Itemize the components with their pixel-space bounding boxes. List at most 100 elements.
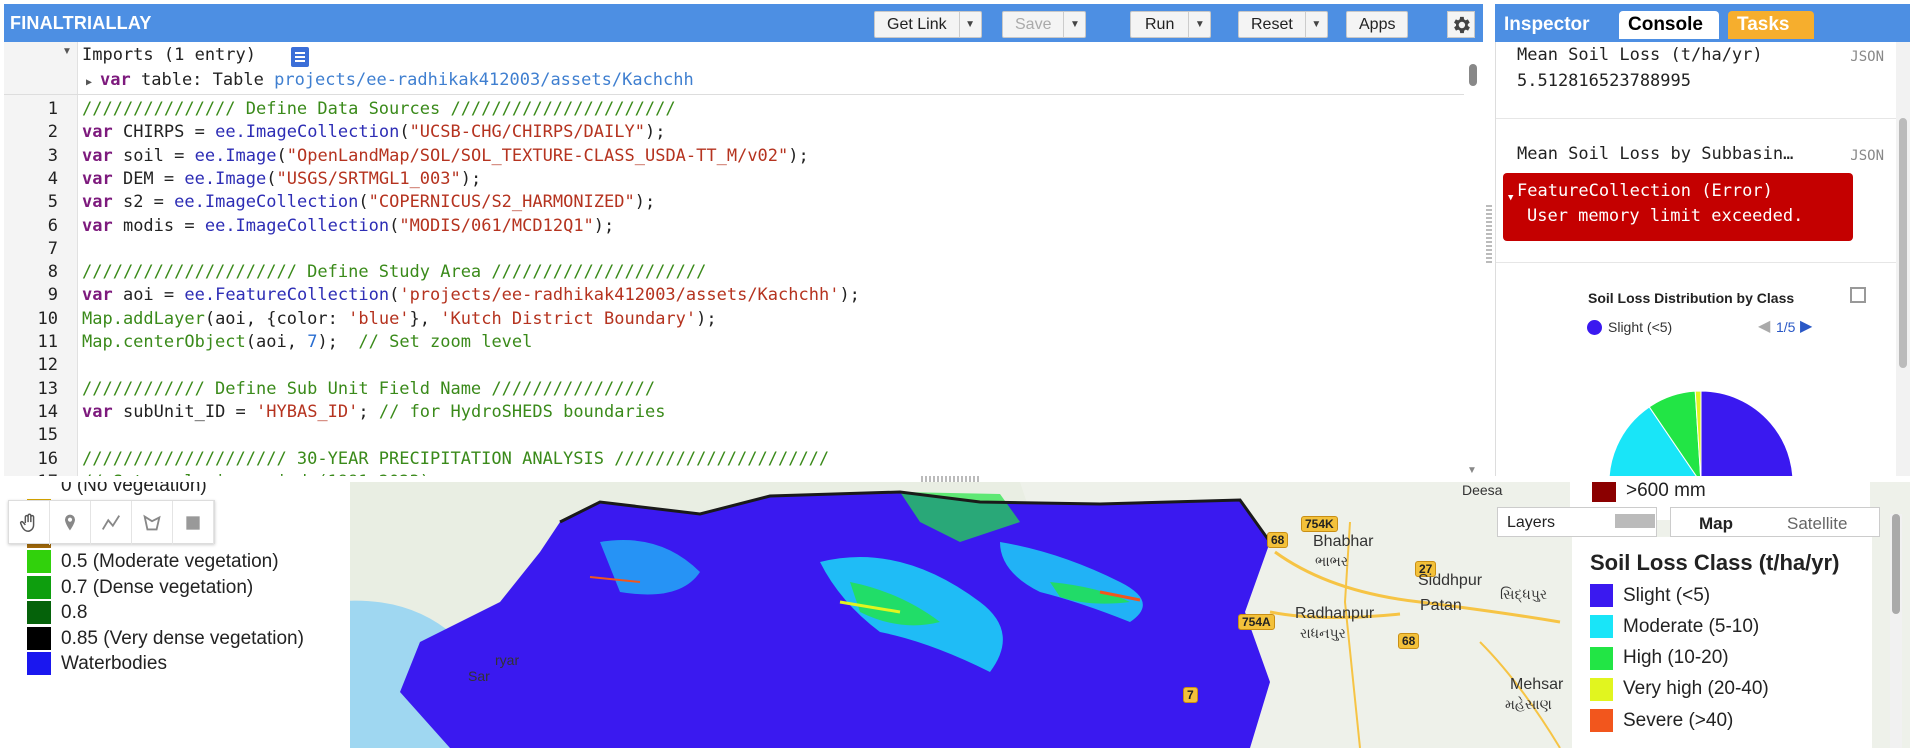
- editor-scrollbar[interactable]: ▼: [1466, 52, 1480, 476]
- settings-button[interactable]: [1447, 11, 1475, 38]
- show-generated-code-icon[interactable]: [291, 47, 309, 67]
- code-line[interactable]: 8 ///////////////////// Define Study Area…: [4, 262, 1464, 285]
- line-number: 4: [47, 168, 58, 189]
- legend-next-icon[interactable]: ▶: [1800, 316, 1812, 336]
- scrollbar-thumb[interactable]: [1899, 118, 1907, 368]
- pan-tool[interactable]: [9, 501, 50, 545]
- code-token: ee.ImageCollection: [204, 215, 390, 236]
- get-link-button[interactable]: Get Link ▼: [874, 11, 982, 38]
- chevron-down-icon[interactable]: ▼: [1304, 12, 1327, 37]
- console-scrollbar[interactable]: [1896, 42, 1910, 476]
- line-tool[interactable]: [91, 501, 132, 545]
- code-line[interactable]: 3 var soil = ee.Image("OpenLandMap/SOL/SO…: [4, 146, 1464, 169]
- map-type-map-button[interactable]: Map: [1699, 514, 1733, 534]
- code-line[interactable]: 11 Map.centerObject(aoi, 7); // Set zoom …: [4, 332, 1464, 355]
- console-entry-label: Mean Soil Loss by Subbasin…: [1517, 144, 1794, 164]
- code-text: var subUnit_ID = 'HYBAS_ID'; // for Hydr…: [82, 402, 665, 422]
- rectangle-tool[interactable]: [173, 501, 214, 545]
- point-tool[interactable]: [50, 501, 91, 545]
- code-token: var: [82, 192, 113, 213]
- line-number: 11: [37, 332, 58, 352]
- code-token: ee.Image: [194, 145, 277, 166]
- legend-item: Severe (>40): [1590, 709, 1733, 733]
- expand-triangle-icon[interactable]: ▶: [86, 77, 92, 88]
- legend-prev-icon[interactable]: ◀: [1758, 316, 1770, 336]
- code-text: var modis = ee.ImageCollection("MODIS/06…: [82, 216, 614, 236]
- chevron-down-icon[interactable]: ▼: [958, 12, 981, 37]
- code-line[interactable]: 14 var subUnit_ID = 'HYBAS_ID'; // for Hy…: [4, 402, 1464, 425]
- code-line[interactable]: 13 //////////// Define Sub Unit Field Nam…: [4, 379, 1464, 402]
- chevron-down-icon[interactable]: ▼: [1188, 12, 1210, 37]
- code-line[interactable]: 12: [4, 355, 1464, 378]
- code-text: var soil = ee.Image("OpenLandMap/SOL/SOL…: [82, 146, 809, 166]
- code-token: (aoi,: [245, 332, 308, 352]
- code-line[interactable]: 2 var CHIRPS = ee.ImageCollection("UCSB-C…: [4, 122, 1464, 145]
- legend-swatch: [27, 482, 51, 497]
- code-token: );: [644, 122, 666, 143]
- line-number: 3: [47, 145, 58, 166]
- code-line[interactable]: 6 var modis = ee.ImageCollection("MODIS/0…: [4, 216, 1464, 239]
- map-resize-handle[interactable]: [921, 476, 981, 482]
- polygon-tool[interactable]: [132, 501, 173, 545]
- legend-swatch: [27, 576, 51, 599]
- code-text: Map.addLayer(aoi, {color: 'blue'}, 'Kutc…: [82, 309, 717, 329]
- place-label: Patan: [1420, 597, 1462, 614]
- legend-label: Waterbodies: [61, 652, 167, 674]
- code-line[interactable]: 7: [4, 239, 1464, 262]
- scroll-down-icon[interactable]: ▼: [1467, 465, 1477, 476]
- code-token: );: [696, 308, 717, 329]
- imports-header[interactable]: Imports (1 entry): [82, 45, 256, 65]
- import-entry[interactable]: ▶ var table: Table projects/ee-radhikak41…: [86, 70, 694, 90]
- place-label: ભાભર: [1315, 553, 1349, 569]
- expand-triangle-icon[interactable]: ▼: [1508, 186, 1513, 211]
- code-text: /////////////// Define Data Sources ////…: [82, 99, 676, 119]
- run-button[interactable]: Run ▼: [1130, 11, 1212, 38]
- popout-icon[interactable]: [1850, 287, 1866, 303]
- code-line[interactable]: 16 //////////////////// 30-YEAR PRECIPITA…: [4, 449, 1464, 472]
- code-line[interactable]: 10 Map.addLayer(aoi, {color: 'blue'}, 'Ku…: [4, 309, 1464, 332]
- apps-button[interactable]: Apps: [1346, 11, 1409, 38]
- code-token: subUnit_ID =: [112, 401, 257, 422]
- reset-button[interactable]: Reset ▼: [1238, 11, 1328, 38]
- legend-scrollbar[interactable]: [1890, 514, 1902, 748]
- map-type-satellite-button[interactable]: Satellite: [1787, 514, 1847, 534]
- road-shield: 7: [1183, 687, 1198, 703]
- console-panel: Mean Soil Loss (t/ha/yr) JSON 5.51281652…: [1495, 42, 1910, 476]
- json-toggle[interactable]: JSON: [1850, 148, 1884, 164]
- error-message[interactable]: ▼ FeatureCollection (Error) User memory …: [1503, 173, 1853, 241]
- imports-divider: [4, 94, 1464, 95]
- code-token: );: [839, 285, 860, 306]
- drag-handle[interactable]: [1615, 514, 1655, 528]
- code-line[interactable]: 4 var DEM = ee.Image("USGS/SRTMGL1_003");: [4, 169, 1464, 192]
- code-line[interactable]: 1 /////////////// Define Data Sources ///…: [4, 99, 1464, 122]
- tab-tasks[interactable]: Tasks: [1728, 11, 1814, 39]
- code-line[interactable]: 15: [4, 425, 1464, 448]
- code-line[interactable]: 5 var s2 = ee.ImageCollection("COPERNICUS…: [4, 192, 1464, 215]
- line-number: 2: [47, 122, 58, 143]
- scrollbar-thumb[interactable]: [1469, 64, 1477, 86]
- code-token: "COPERNICUS/S2_HARMONIZED": [368, 192, 635, 213]
- save-label: Save: [1015, 15, 1052, 33]
- code-token: (: [389, 215, 400, 236]
- right-panel-tabs: Inspector Console Tasks: [1495, 4, 1910, 42]
- code-token: ee.ImageCollection: [215, 122, 400, 143]
- legend-label: Moderate (5-10): [1623, 615, 1760, 637]
- place-label: સિદ્ધપુર: [1500, 586, 1548, 602]
- save-button[interactable]: Save ▼: [1002, 11, 1087, 38]
- json-toggle[interactable]: JSON: [1850, 49, 1884, 65]
- collapse-triangle-icon[interactable]: ▼: [62, 46, 72, 57]
- tab-console[interactable]: Console: [1619, 11, 1719, 39]
- code-line[interactable]: 9 var aoi = ee.FeatureCollection('project…: [4, 285, 1464, 308]
- code-line[interactable]: 17 // Set analysis period (1991-2023): [4, 472, 1464, 476]
- line-number: 7: [47, 238, 58, 259]
- code-token: CHIRPS =: [112, 122, 216, 143]
- legend-label: Very high (20-40): [1623, 678, 1769, 700]
- legend-item: Slight (<5): [1590, 584, 1710, 607]
- legend-item: Very high (20-40): [1590, 677, 1769, 701]
- code-editor[interactable]: ▼ Imports (1 entry) ▶ var table: Table pr…: [4, 42, 1483, 476]
- panel-resize-handle[interactable]: [1486, 205, 1492, 265]
- scrollbar-thumb[interactable]: [1892, 514, 1900, 614]
- chevron-down-icon[interactable]: ▼: [1063, 12, 1085, 37]
- legend-item: Waterbodies: [27, 652, 167, 675]
- tab-inspector[interactable]: Inspector: [1495, 11, 1599, 39]
